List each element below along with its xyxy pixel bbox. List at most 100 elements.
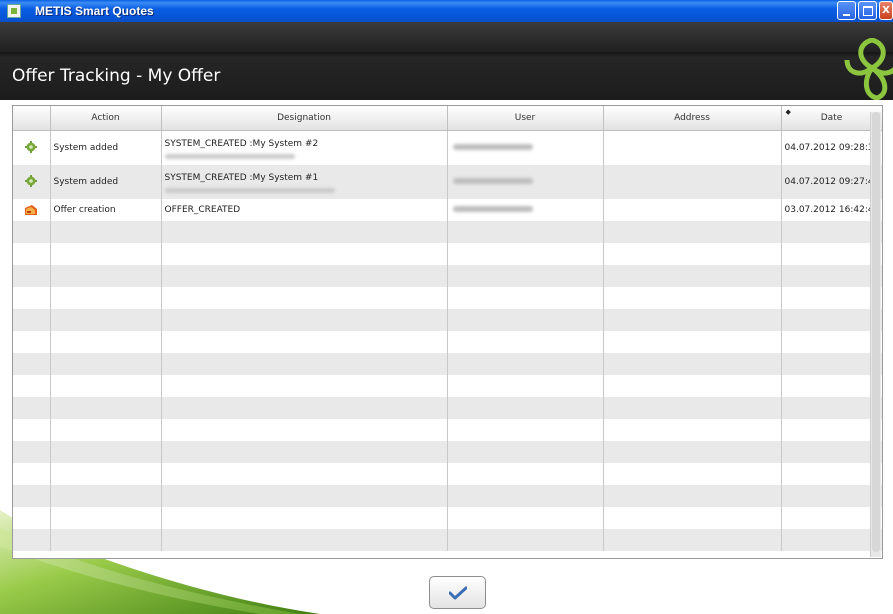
empty-cell — [161, 221, 448, 243]
empty-cell — [13, 375, 51, 397]
empty-cell — [161, 309, 448, 331]
empty-cell — [781, 485, 882, 507]
redacted-text — [164, 187, 335, 193]
page-title: Offer Tracking - My Offer — [12, 66, 221, 86]
row-address — [603, 130, 782, 165]
row-address — [603, 165, 782, 199]
redacted-user — [452, 178, 533, 184]
row-user — [447, 130, 604, 165]
empty-table-row — [13, 287, 882, 309]
empty-cell — [603, 243, 782, 265]
empty-cell — [50, 243, 162, 265]
empty-table-row — [13, 441, 882, 463]
main-content: Action Designation User Address ◆ Date S… — [0, 100, 893, 614]
empty-cell — [13, 331, 51, 353]
row-icon-cell — [13, 130, 51, 165]
empty-cell — [161, 463, 448, 485]
column-header-designation[interactable]: Designation — [161, 106, 448, 131]
maximize-button[interactable] — [858, 1, 877, 20]
empty-cell — [13, 419, 51, 441]
empty-cell — [50, 265, 162, 287]
empty-cell — [447, 287, 604, 309]
empty-table-row — [13, 265, 882, 287]
row-icon-cell — [13, 165, 51, 199]
empty-cell — [447, 507, 604, 529]
empty-cell — [781, 309, 882, 331]
minimize-button[interactable] — [837, 1, 856, 20]
empty-cell — [781, 375, 882, 397]
empty-cell — [603, 463, 782, 485]
empty-cell — [13, 265, 51, 287]
empty-table-row — [13, 331, 882, 353]
empty-cell — [13, 507, 51, 529]
redacted-user — [452, 206, 533, 212]
empty-cell — [50, 375, 162, 397]
empty-cell — [50, 397, 162, 419]
window-title: METIS Smart Quotes — [35, 4, 154, 18]
empty-cell — [50, 353, 162, 375]
empty-cell — [447, 419, 604, 441]
column-header-date[interactable]: ◆ Date — [781, 106, 882, 131]
empty-cell — [781, 287, 882, 309]
app-icon — [7, 4, 21, 18]
column-header-action[interactable]: Action — [50, 106, 162, 131]
empty-cell — [447, 529, 604, 551]
empty-cell — [781, 331, 882, 353]
empty-cell — [447, 485, 604, 507]
row-date: 04.07.2012 09:28:33 — [781, 130, 882, 165]
redacted-text — [164, 153, 295, 159]
empty-cell — [781, 529, 882, 551]
empty-cell — [50, 485, 162, 507]
empty-cell — [161, 287, 448, 309]
column-header-address[interactable]: Address — [603, 106, 782, 131]
empty-cell — [781, 353, 882, 375]
empty-table-row — [13, 419, 882, 441]
empty-cell — [781, 463, 882, 485]
empty-cell — [447, 397, 604, 419]
empty-cell — [447, 265, 604, 287]
empty-table-row — [13, 485, 882, 507]
empty-cell — [603, 397, 782, 419]
header-stripe — [0, 22, 893, 52]
empty-cell — [603, 375, 782, 397]
empty-table-row — [13, 353, 882, 375]
empty-cell — [13, 221, 51, 243]
empty-cell — [447, 331, 604, 353]
table-row[interactable]: System added SYSTEM_CREATED :My System #… — [13, 165, 882, 199]
empty-cell — [161, 507, 448, 529]
empty-cell — [50, 529, 162, 551]
table-row[interactable]: Offer creation OFFER_CREATED 03.07.2012 … — [13, 199, 882, 221]
scrollbar-thumb[interactable] — [872, 112, 880, 552]
empty-cell — [161, 353, 448, 375]
empty-cell — [447, 243, 604, 265]
empty-cell — [161, 529, 448, 551]
empty-cell — [13, 397, 51, 419]
empty-cell — [781, 507, 882, 529]
row-user — [447, 199, 604, 221]
confirm-button[interactable] — [429, 576, 486, 609]
vertical-scrollbar[interactable] — [870, 112, 881, 557]
minimize-icon — [843, 13, 850, 16]
empty-cell — [13, 287, 51, 309]
column-header-user[interactable]: User — [447, 106, 604, 131]
empty-cell — [50, 221, 162, 243]
empty-cell — [50, 463, 162, 485]
empty-table-row — [13, 397, 882, 419]
empty-cell — [603, 309, 782, 331]
empty-cell — [50, 287, 162, 309]
column-header-date-label: Date — [820, 113, 843, 123]
empty-cell — [603, 221, 782, 243]
empty-cell — [447, 375, 604, 397]
row-designation: OFFER_CREATED — [161, 199, 448, 221]
row-designation-text: SYSTEM_CREATED :My System #2 — [164, 138, 319, 149]
table-row[interactable]: System added SYSTEM_CREATED :My System #… — [13, 130, 882, 165]
column-header-icon — [13, 106, 51, 131]
empty-cell — [447, 463, 604, 485]
empty-table-row — [13, 221, 882, 243]
empty-cell — [603, 353, 782, 375]
row-designation: SYSTEM_CREATED :My System #2 — [161, 130, 448, 165]
gear-icon — [25, 174, 38, 187]
row-address — [603, 199, 782, 221]
close-button[interactable]: X — [879, 1, 893, 20]
empty-table-row — [13, 463, 882, 485]
